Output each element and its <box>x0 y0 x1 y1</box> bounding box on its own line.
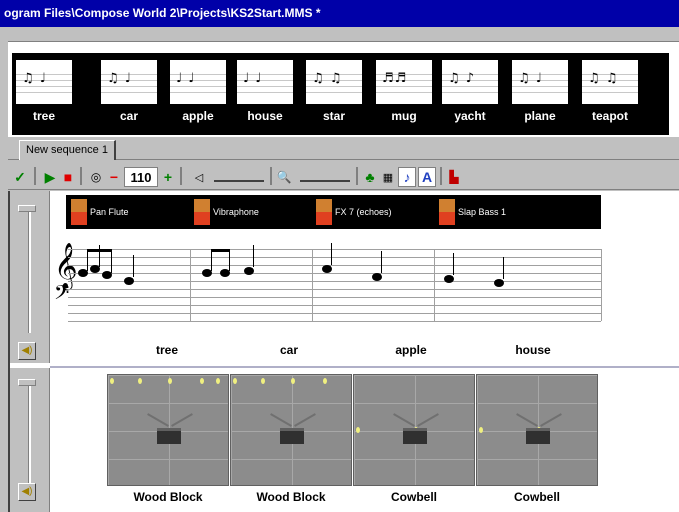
speaker-icon[interactable]: ◀) <box>18 483 36 501</box>
palette-item-mug[interactable]: ♬♬ mug <box>376 60 432 123</box>
instrument-slap-bass[interactable]: Slap Bass 1 <box>434 195 556 229</box>
mixer-icon[interactable]: ▙ <box>446 167 462 187</box>
palette-item-label: apple <box>182 109 214 123</box>
segment-label-cowbell: Cowbell <box>513 490 560 504</box>
toolbar-separator <box>270 167 272 185</box>
instrument-fx7-echoes[interactable]: FX 7 (echoes) <box>311 195 433 229</box>
tempo-decrease-button[interactable]: − <box>106 167 122 187</box>
palette-item-label: tree <box>32 109 55 123</box>
tree-icon[interactable]: ♣ <box>362 167 378 187</box>
percussion-segment-wood-block[interactable] <box>230 374 352 486</box>
checkmark-icon[interactable]: ✓ <box>12 167 28 187</box>
window-title-bar: ogram Files\Compose World 2\Projects\KS2… <box>0 0 679 27</box>
palette-item-label: yacht <box>454 109 486 123</box>
segment-label-car: car <box>279 343 299 357</box>
track-1-volume-track <box>28 209 31 333</box>
notation-view-button[interactable]: ♪ <box>398 167 416 187</box>
volume-ramp-icon: ◁ <box>194 171 204 184</box>
text-view-button[interactable]: A <box>418 167 436 187</box>
toolbar-separator <box>80 167 82 185</box>
window-title: ogram Files\Compose World 2\Projects\KS2… <box>4 6 321 20</box>
cowbell-icon <box>403 428 427 444</box>
instrument-icon <box>316 199 332 225</box>
note-head <box>244 267 254 275</box>
wood-block-icon <box>157 428 181 444</box>
tempo-field[interactable]: 110 <box>124 167 158 187</box>
phrase-card: ♩ ♩ <box>170 60 226 104</box>
toolbar: ✓ ▶ ■ ◎ − 110 + ◁ 🔍 ♣ ▦ ♪ A ▙ <box>8 163 679 190</box>
instrument-icon <box>194 199 210 225</box>
note-head <box>494 279 504 287</box>
toolbar-separator <box>440 167 442 185</box>
percussion-segment-cowbell[interactable] <box>476 374 598 486</box>
palette-item-car[interactable]: ♫ ♩ car <box>101 60 157 123</box>
track-divider <box>50 366 679 368</box>
segment-label-wood-block: Wood Block <box>256 490 326 504</box>
segment-label-apple: apple <box>395 343 427 357</box>
note-head <box>124 277 134 285</box>
palette-item-label: house <box>247 109 283 123</box>
palette-item-label: mug <box>391 109 417 123</box>
palette-item-star[interactable]: ♫ ♫ star <box>306 60 362 123</box>
phrase-card: ♩ ♩ <box>237 60 293 104</box>
phrase-card: ♫ ♩ <box>512 60 568 104</box>
percussion-segment-wood-block[interactable] <box>107 374 229 486</box>
palette-item-teapot[interactable]: ♫ ♫ teapot <box>582 60 638 123</box>
play-icon[interactable]: ▶ <box>42 167 58 187</box>
palette-item-house[interactable]: ♩ ♩ house <box>237 60 293 123</box>
menu-bar <box>0 27 679 41</box>
track-2-volume-track <box>28 383 31 491</box>
metronome-icon[interactable]: ◎ <box>88 167 104 187</box>
instrument-vibraphone[interactable]: Vibraphone <box>189 195 311 229</box>
instrument-icon <box>439 199 455 225</box>
palette-item-apple[interactable]: ♩ ♩ apple <box>170 60 226 123</box>
segment-label-wood-block: Wood Block <box>133 490 203 504</box>
volume-slider[interactable] <box>214 172 264 182</box>
phrase-card: ♬♬ <box>376 60 432 104</box>
zoom-icon[interactable]: 🔍 <box>276 167 292 187</box>
melody-score[interactable] <box>68 243 602 322</box>
track-1-volume-slider[interactable] <box>18 205 36 212</box>
tab-new-sequence-1[interactable]: New sequence 1 <box>19 140 116 160</box>
instrument-bar: Pan Flute Vibraphone FX 7 (echoes) Slap … <box>66 195 601 229</box>
segment-label-house: house <box>515 343 551 357</box>
toolbar-separator <box>34 167 36 185</box>
phrase-card: ♫ ♫ <box>582 60 638 104</box>
palette-item-plane[interactable]: ♫ ♩ plane <box>512 60 568 123</box>
phrase-palette: ♫ ♩ tree ♫ ♩ car ♩ ♩ apple ♩ ♩ house ♫ ♫… <box>8 41 679 137</box>
track-2-volume-slider[interactable] <box>18 379 36 386</box>
zoom-slider[interactable] <box>300 172 350 182</box>
phrase-card: ♫ ♩ <box>16 60 72 104</box>
palette-item-yacht[interactable]: ♫ ♪ yacht <box>442 60 498 123</box>
instrument-icon <box>71 199 87 225</box>
palette-item-label: star <box>322 109 345 123</box>
stop-icon[interactable]: ■ <box>60 167 76 187</box>
sequence-editor: ◀) ◀) Pan Flute Vibraphone FX 7 (echoes)… <box>8 191 679 512</box>
segment-label-tree: tree <box>155 343 178 357</box>
toolbar-separator <box>356 167 358 185</box>
percussion-segment-cowbell[interactable] <box>353 374 475 486</box>
palette-item-label: car <box>119 109 139 123</box>
tempo-increase-button[interactable]: + <box>160 167 176 187</box>
note-head <box>372 273 382 281</box>
palette-strip: ♫ ♩ tree ♫ ♩ car ♩ ♩ apple ♩ ♩ house ♫ ♫… <box>12 53 669 135</box>
track-2-controls: ◀) <box>10 368 50 512</box>
phrase-card: ♫ ♫ <box>306 60 362 104</box>
speaker-icon[interactable]: ◀) <box>18 342 36 360</box>
track-1-controls: ◀) <box>10 191 50 363</box>
phrase-card: ♫ ♪ <box>442 60 498 104</box>
note-head <box>322 265 332 273</box>
note-head <box>444 275 454 283</box>
phrase-card: ♫ ♩ <box>101 60 157 104</box>
palette-item-label: plane <box>524 109 556 123</box>
cowbell-icon <box>526 428 550 444</box>
segment-label-cowbell: Cowbell <box>390 490 437 504</box>
toolbar-separator <box>180 167 182 185</box>
instrument-pan-flute[interactable]: Pan Flute <box>66 195 188 229</box>
palette-item-label: teapot <box>592 109 628 123</box>
palette-item-tree[interactable]: ♫ ♩ tree <box>16 60 72 123</box>
grid-icon[interactable]: ▦ <box>380 167 396 187</box>
wood-block-icon <box>280 428 304 444</box>
sequence-tabs: New sequence 1 <box>8 138 679 160</box>
